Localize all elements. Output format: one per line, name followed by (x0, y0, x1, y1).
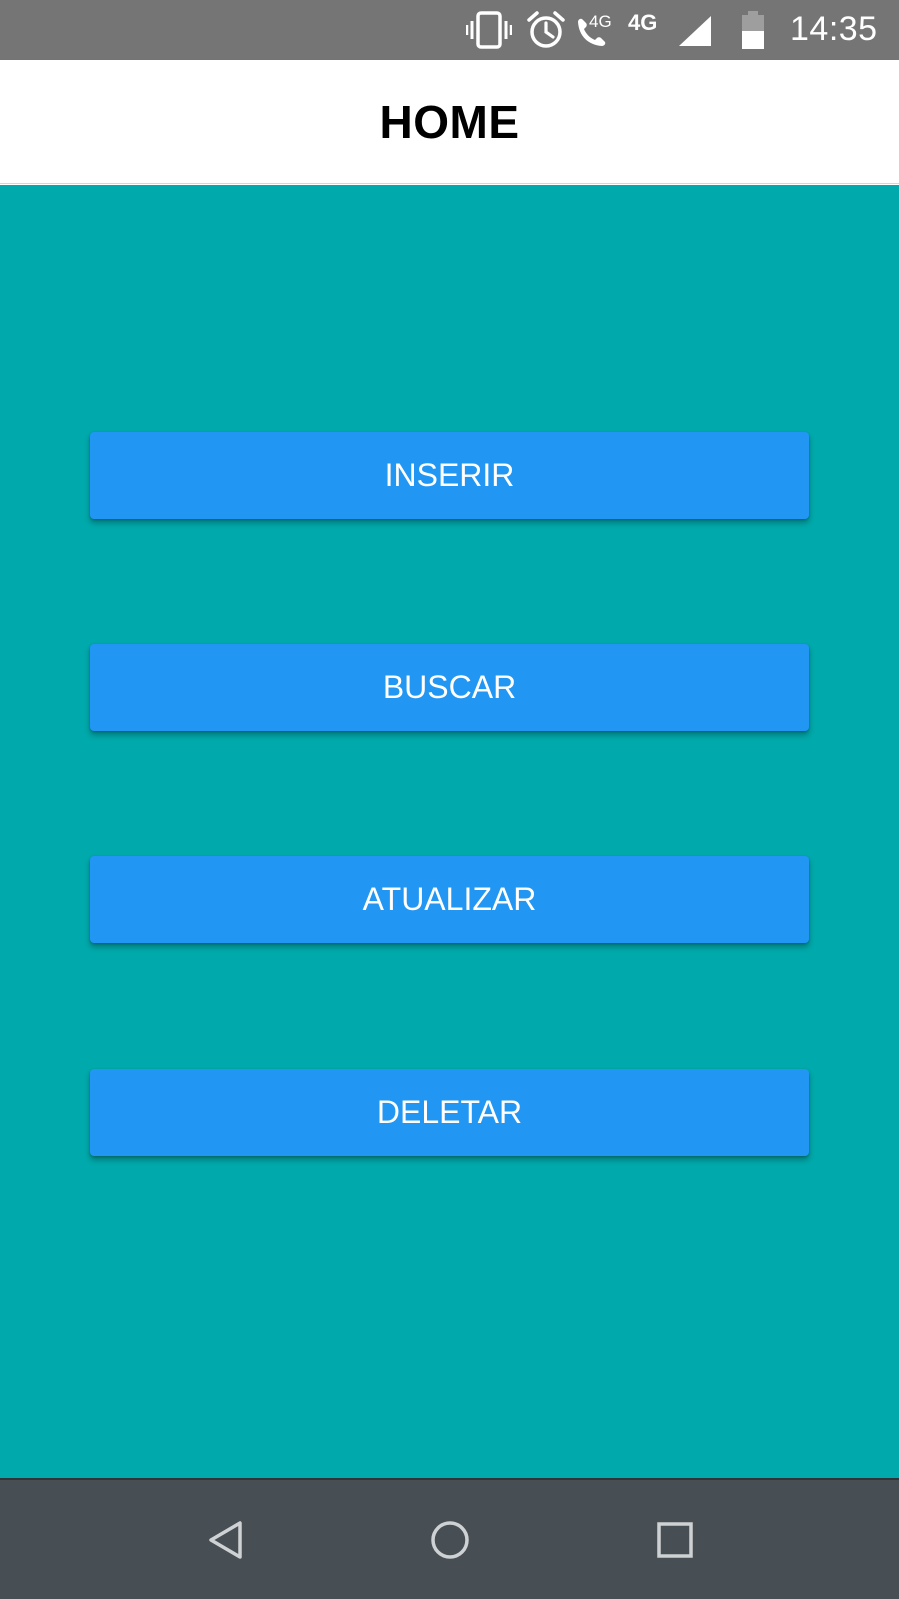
status-bar: 4G 4G 14:35 (0, 0, 899, 60)
status-clock: 14:35 (790, 10, 878, 48)
main-content: INSERIR BUSCAR ATUALIZAR DELETAR (0, 185, 899, 1478)
vibrate-icon (466, 11, 512, 49)
recents-icon (657, 1522, 693, 1558)
network-type-label: 4G (628, 10, 658, 35)
nav-recents-button[interactable] (643, 1508, 707, 1572)
alarm-icon (527, 11, 565, 48)
search-button[interactable]: BUSCAR (90, 644, 809, 731)
nav-home-button[interactable] (418, 1508, 482, 1572)
insert-button[interactable]: INSERIR (90, 432, 809, 519)
signal-icon (679, 16, 711, 46)
page-title: HOME (379, 95, 520, 148)
home-icon (431, 1521, 469, 1559)
phone-screen: 4G 4G 14:35 HOME INSERIR BUSCAR ATUALIZA… (0, 0, 899, 1599)
call-network-label: 4G (589, 12, 612, 31)
delete-button[interactable]: DELETAR (90, 1069, 809, 1156)
app-header: HOME (0, 60, 899, 184)
system-nav-bar (0, 1478, 899, 1599)
nav-back-button[interactable] (193, 1508, 257, 1572)
back-icon (209, 1521, 242, 1559)
update-button[interactable]: ATUALIZAR (90, 856, 809, 943)
battery-icon (742, 11, 764, 49)
